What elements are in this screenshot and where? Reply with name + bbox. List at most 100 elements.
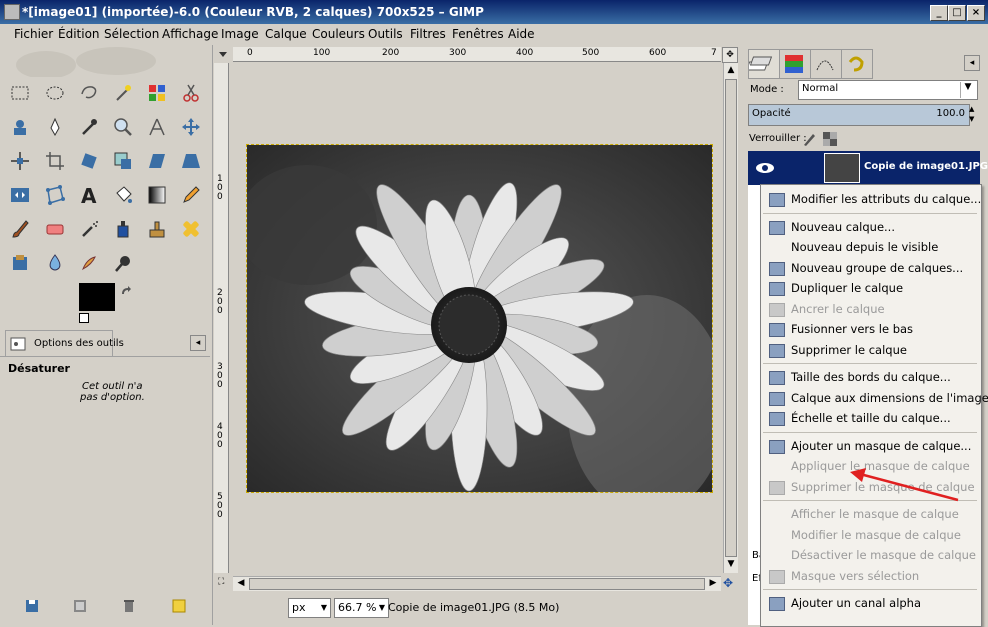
- context-menu-item[interactable]: Ancrer le calque: [761, 299, 981, 319]
- eye-visibility-icon[interactable]: [754, 159, 776, 177]
- cage-transform-tool[interactable]: [42, 182, 68, 208]
- lock-alpha-icon[interactable]: [822, 131, 838, 147]
- menu-outils[interactable]: Outils: [368, 27, 403, 41]
- save-options-icon[interactable]: [25, 599, 39, 613]
- foreground-select-tool[interactable]: [7, 114, 33, 140]
- vertical-ruler[interactable]: 1 0 0 2 0 0 3 0 0 4 0 0 5 0 0: [214, 63, 229, 573]
- menu-image[interactable]: Image: [221, 27, 259, 41]
- horizontal-scrollbar[interactable]: ◀ ▶: [233, 576, 721, 591]
- heal-tool[interactable]: [178, 216, 204, 242]
- context-menu-item[interactable]: Modifier le masque de calque: [761, 525, 981, 545]
- scroll-up-arrow[interactable]: ▲: [725, 65, 737, 77]
- delete-options-icon[interactable]: [122, 599, 136, 613]
- navigate-icon[interactable]: ✥: [722, 47, 738, 63]
- lock-pixels-icon[interactable]: [801, 131, 817, 147]
- tab-menu-icon[interactable]: ◂: [190, 335, 206, 351]
- clone-tool[interactable]: [144, 216, 170, 242]
- gimp-app-icon[interactable]: [4, 4, 20, 20]
- smudge-tool[interactable]: [76, 250, 102, 276]
- ellipse-select-tool[interactable]: [42, 80, 68, 106]
- restore-options-icon[interactable]: [73, 599, 87, 613]
- scroll-down-arrow[interactable]: ▼: [725, 559, 737, 571]
- dodge-burn-tool[interactable]: [110, 250, 136, 276]
- context-menu-item[interactable]: Masque vers sélection: [761, 566, 981, 586]
- horizontal-ruler[interactable]: 0 100 200 300 400 500 600 7: [233, 47, 721, 62]
- reset-options-icon[interactable]: [172, 599, 186, 613]
- menu-filtres[interactable]: Filtres: [410, 27, 446, 41]
- move-tool[interactable]: [178, 114, 204, 140]
- menu-fichier[interactable]: Fichier: [14, 27, 53, 41]
- opacity-slider[interactable]: Opacité 100.0: [748, 104, 970, 126]
- tab-paths[interactable]: [810, 49, 842, 79]
- scale-tool[interactable]: [110, 148, 136, 174]
- perspective-clone-tool[interactable]: [7, 250, 33, 276]
- dock-menu-icon[interactable]: ◂: [964, 55, 980, 71]
- quick-mask-menu-icon[interactable]: [216, 47, 230, 61]
- mode-select[interactable]: Normal ▼: [798, 80, 978, 100]
- tab-tool-options[interactable]: Options des outils: [5, 330, 124, 357]
- measure-tool[interactable]: [144, 114, 170, 140]
- lasso-tool[interactable]: [76, 80, 102, 106]
- tab-undo-history[interactable]: [841, 49, 873, 79]
- tab-channels[interactable]: [779, 49, 811, 79]
- unit-select[interactable]: px ▼: [288, 598, 331, 618]
- rotate-tool[interactable]: [76, 148, 102, 174]
- paintbrush-tool[interactable]: [7, 216, 33, 242]
- zoom-fit-icon[interactable]: ⛶: [218, 577, 230, 589]
- zoom-select[interactable]: 66.7 % ▼: [334, 598, 389, 618]
- blur-tool[interactable]: [42, 250, 68, 276]
- crop-tool[interactable]: [42, 148, 68, 174]
- image-canvas[interactable]: [246, 144, 713, 493]
- context-menu-item[interactable]: Désactiver le masque de calque: [761, 545, 981, 565]
- color-picker-tool[interactable]: [76, 114, 102, 140]
- context-menu-item[interactable]: Taille des bords du calque...: [761, 367, 981, 387]
- context-menu-item[interactable]: Modifier les attributs du calque...: [761, 189, 981, 209]
- maximize-button[interactable]: □: [948, 5, 966, 21]
- foreground-color-swatch[interactable]: [79, 283, 115, 311]
- context-menu-item[interactable]: Nouveau calque...: [761, 217, 981, 237]
- context-menu-item[interactable]: Supprimer le calque: [761, 340, 981, 360]
- flip-tool[interactable]: [7, 182, 33, 208]
- paths-tool[interactable]: [42, 114, 68, 140]
- context-menu-item[interactable]: Fusionner vers le bas: [761, 319, 981, 339]
- context-menu-item[interactable]: Dupliquer le calque: [761, 278, 981, 298]
- vertical-scroll-thumb[interactable]: [725, 79, 737, 557]
- perspective-tool[interactable]: [178, 148, 204, 174]
- tab-layers[interactable]: [746, 49, 780, 79]
- menu-calque[interactable]: Calque: [265, 27, 307, 41]
- menu-edition[interactable]: Édition: [58, 27, 100, 41]
- menu-fenetres[interactable]: Fenêtres: [452, 27, 504, 41]
- align-tool[interactable]: [7, 148, 33, 174]
- context-menu-item[interactable]: Ajouter un masque de calque...: [761, 436, 981, 456]
- shear-tool[interactable]: [144, 148, 170, 174]
- ink-tool[interactable]: [110, 216, 136, 242]
- horizontal-scroll-thumb[interactable]: [249, 578, 705, 590]
- layer-row-selected[interactable]: Copie de image01.JPG: [748, 151, 988, 185]
- scroll-left-arrow[interactable]: ◀: [235, 578, 247, 590]
- close-button[interactable]: ×: [967, 5, 985, 21]
- rect-select-tool[interactable]: [7, 80, 33, 106]
- menu-aide[interactable]: Aide: [508, 27, 535, 41]
- bucket-fill-tool[interactable]: [110, 182, 136, 208]
- minimize-button[interactable]: _: [930, 5, 948, 21]
- text-tool[interactable]: A: [76, 182, 102, 208]
- airbrush-tool[interactable]: [76, 216, 102, 242]
- opacity-spinner[interactable]: ▲ ▼: [969, 104, 979, 124]
- context-menu-item[interactable]: Nouveau depuis le visible: [761, 237, 981, 257]
- select-by-color-tool[interactable]: [144, 80, 170, 106]
- gradient-tool[interactable]: [144, 182, 170, 208]
- menu-selection[interactable]: Sélection: [104, 27, 159, 41]
- pencil-tool[interactable]: [178, 182, 204, 208]
- context-menu-item[interactable]: Nouveau groupe de calques...: [761, 258, 981, 278]
- default-colors-icon[interactable]: [79, 313, 89, 323]
- swap-colors-icon[interactable]: [120, 285, 132, 297]
- scroll-right-arrow[interactable]: ▶: [707, 578, 719, 590]
- scissors-tool[interactable]: [178, 80, 204, 106]
- eraser-tool[interactable]: [42, 216, 68, 242]
- navigate-canvas-icon[interactable]: ✥: [723, 576, 737, 590]
- zoom-tool[interactable]: [110, 114, 136, 140]
- vertical-scrollbar[interactable]: ▲ ▼: [723, 63, 738, 573]
- fuzzy-select-tool[interactable]: [110, 80, 136, 106]
- menu-affichage[interactable]: Affichage: [162, 27, 218, 41]
- context-menu-item[interactable]: Calque aux dimensions de l'image: [761, 388, 988, 408]
